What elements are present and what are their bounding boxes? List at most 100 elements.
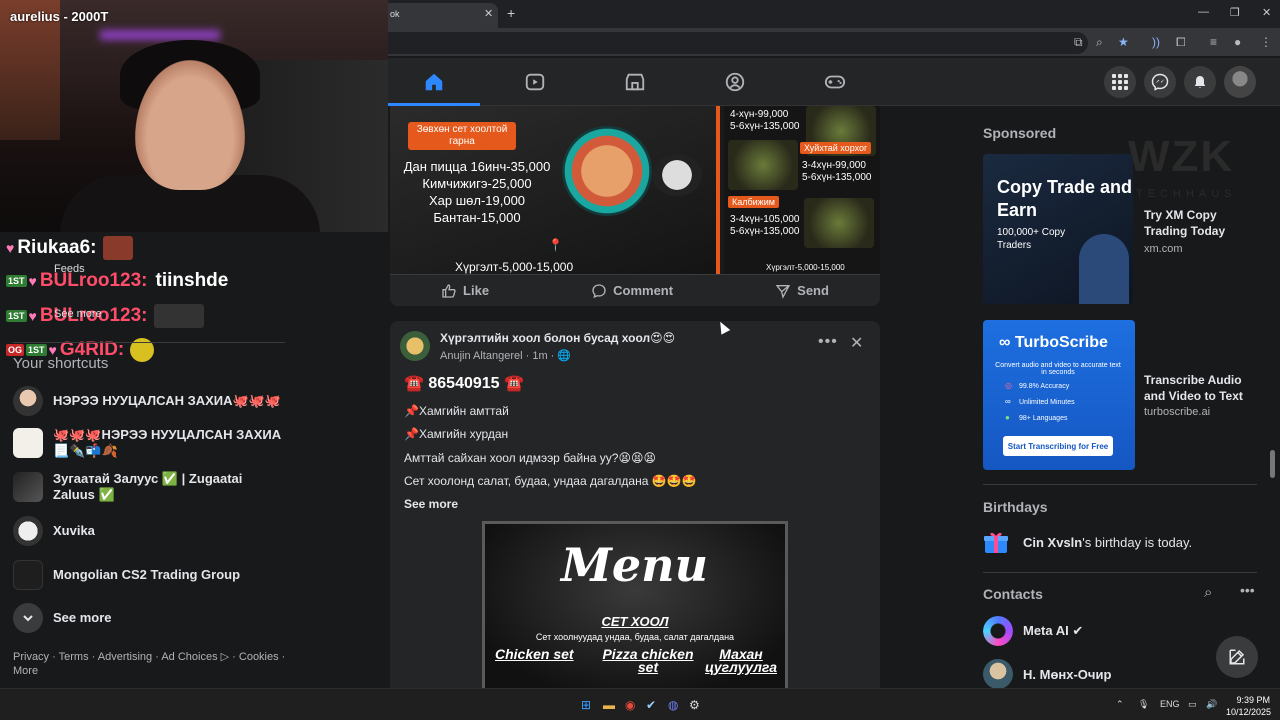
birthday-item[interactable]: Cin Xvsln 's birthday is today.	[983, 530, 1192, 554]
post2: Хүргэлтийн хоол болон бусад хоол😍😍 Anuji…	[390, 321, 880, 720]
home-icon	[425, 73, 443, 91]
more-options-icon[interactable]: •••	[818, 333, 838, 351]
close-icon[interactable]: ✕	[850, 333, 863, 353]
clock[interactable]: 9:39 PM 10/12/2025	[1226, 694, 1271, 718]
emote-icon	[153, 304, 204, 328]
sidebar-see-more-small[interactable]: See more	[54, 308, 102, 320]
clock-time: 9:39 PM	[1236, 695, 1270, 705]
ad-cta-button: Start Transcribing for Free	[1003, 436, 1113, 456]
ad-turboscribe-title[interactable]: Transcribe Audio and Video to Text	[1144, 372, 1254, 404]
post1-image[interactable]: Зөвхөн сет хоолтой гарна Дан пицца 16инч…	[390, 106, 880, 274]
search-contacts-icon[interactable]: ⌕	[1204, 584, 1212, 601]
contact-item[interactable]: Meta AI ✔	[983, 616, 1083, 646]
right-divider	[983, 572, 1257, 573]
ad-xm-url[interactable]: xm.com	[1144, 243, 1183, 255]
profile-icon[interactable]: ●	[1234, 35, 1241, 49]
birthday-name: Cin Xvsln	[1023, 534, 1083, 550]
scrollbar-thumb[interactable]	[1270, 450, 1275, 478]
menu-line: Дан пицца 16инч-35,000	[403, 159, 551, 174]
post2-avatar[interactable]	[400, 331, 430, 361]
turboscribe-logo: ∞ TurboScribe	[999, 334, 1108, 351]
cast-icon[interactable]: ⧉	[1074, 35, 1083, 50]
ad-xm-image[interactable]: Copy Trade and Earn 100,000+ Copy Trader…	[983, 154, 1133, 304]
audio-icon[interactable]: ))	[1152, 35, 1160, 49]
sidebar-divider	[13, 342, 285, 343]
shortcut-item[interactable]: Mongolian CS2 Trading Group	[13, 557, 383, 593]
shortcut-thumb	[13, 516, 43, 546]
comment-button[interactable]: Comment	[591, 283, 673, 299]
ad-xm-title[interactable]: Try XM Copy Trading Today	[1144, 207, 1254, 239]
zoom-icon[interactable]: ⌕	[1096, 35, 1103, 50]
post2-time: · 1m · 🌐	[525, 350, 572, 362]
menu-column: Pizza chicken set	[602, 646, 694, 675]
chat-user: Riukaa6:	[17, 237, 97, 258]
new-tab-icon[interactable]: +	[507, 5, 515, 21]
extension-icon[interactable]: ⧠	[1176, 35, 1186, 50]
new-message-button[interactable]	[1216, 636, 1258, 678]
address-bar[interactable]	[388, 32, 1088, 54]
location-pin-icon: 📍	[548, 238, 563, 252]
bookmark-star-icon[interactable]: ★	[1118, 35, 1129, 49]
ad-turboscribe-url[interactable]: turboscribe.ai	[1144, 406, 1210, 418]
more-options-icon[interactable]: •••	[1240, 582, 1255, 598]
menu-icon[interactable]: ⋮	[1260, 35, 1272, 49]
nav-video[interactable]	[485, 58, 585, 106]
reading-list-icon[interactable]: ≡	[1210, 35, 1217, 49]
tray-chevron-icon[interactable]: ⌃	[1116, 699, 1124, 710]
see-more-button[interactable]: See more	[13, 600, 383, 636]
news-feed: Зөвхөн сет хоолтой гарна Дан пицца 16инч…	[388, 106, 892, 720]
footer-links[interactable]: Privacy · Terms · Advertising · Ad Choic…	[13, 650, 293, 678]
post2-see-more[interactable]: See more	[404, 497, 458, 511]
shortcut-label: НЭРЭЭ НУУЦАЛСАН ЗАХИА🐙🐙🐙	[53, 393, 282, 408]
post1-actions: Like Comment Send	[390, 274, 880, 306]
maximize-icon[interactable]: ❐	[1230, 6, 1240, 19]
shortcut-label: Зугаатай Залуус ✅ | Zugaatai Zaluus ✅	[53, 471, 243, 502]
gift-icon	[984, 532, 1008, 553]
menu-grid-button[interactable]	[1104, 66, 1136, 98]
like-button[interactable]: Like	[441, 283, 489, 299]
account-avatar[interactable]	[1224, 66, 1256, 98]
shortcut-item[interactable]: Xuvika	[13, 513, 383, 549]
discord-icon[interactable]: ◍	[668, 698, 678, 712]
close-tab-icon[interactable]: ✕	[484, 7, 493, 20]
post2-phone: ☎️ 86540915 ☎️	[404, 375, 524, 392]
price-line: 3-4хүн-99,000	[802, 160, 866, 171]
post2-group-title[interactable]: Хүргэлтийн хоол болон бусад хоол😍😍	[440, 331, 675, 345]
shortcut-item[interactable]: 🐙🐙🐙НЭРЭЭ НУУЦАЛСАН ЗАХИА📃✒️📬🍂	[13, 425, 383, 461]
send-icon	[775, 284, 791, 299]
nav-gaming[interactable]	[785, 58, 885, 106]
nav-home[interactable]	[388, 58, 480, 106]
volume-icon[interactable]: 🔊	[1206, 699, 1217, 710]
messenger-button[interactable]	[1144, 66, 1176, 98]
ad-turboscribe-image[interactable]: ∞ TurboScribe Convert audio and video to…	[983, 320, 1135, 470]
shortcut-item[interactable]: Зугаатай Залуус ✅ | Zugaatai Zaluus ✅	[13, 469, 383, 505]
windows-start-icon[interactable]: ⊞	[581, 698, 591, 712]
notifications-button[interactable]	[1184, 66, 1216, 98]
see-more-label: See more	[53, 610, 112, 625]
chat-message: 1ST ♥ BULroo123: tiinshde	[6, 270, 228, 292]
send-button[interactable]: Send	[775, 283, 829, 299]
microphone-icon[interactable]: 🎙	[1138, 699, 1149, 710]
sidebar-feeds[interactable]: Feeds	[54, 263, 85, 275]
rice-bowl-image	[652, 154, 702, 196]
shortcut-thumb	[13, 386, 43, 416]
close-window-icon[interactable]: ✕	[1262, 6, 1271, 19]
contact-avatar	[983, 659, 1013, 689]
price-line: 4-хүн-99,000	[730, 109, 789, 120]
minimize-icon[interactable]: —	[1198, 6, 1209, 18]
post2-author[interactable]: Anujin Altangerel	[440, 350, 523, 362]
file-explorer-icon[interactable]: ▬	[603, 698, 615, 712]
post2-menu-image[interactable]: Menu СЕТ ХООЛ Сет хоолнуудад ундаа, буда…	[482, 521, 788, 691]
language-indicator[interactable]: ENG	[1160, 699, 1180, 709]
shortcut-item[interactable]: НЭРЭЭ НУУЦАЛСАН ЗАХИА🐙🐙🐙	[13, 383, 383, 419]
browser-tab[interactable]: ok ✕	[388, 3, 498, 28]
nav-groups[interactable]	[685, 58, 785, 106]
nav-marketplace[interactable]	[585, 58, 685, 106]
price-line: 3-4хүн-105,000	[730, 214, 800, 225]
chrome-icon[interactable]: ◉	[625, 698, 635, 712]
steam-icon[interactable]: ✔	[646, 698, 656, 712]
food-tag: Хуйхтай хорхог	[800, 142, 872, 154]
network-icon[interactable]: ▭	[1188, 699, 1197, 710]
app-icon[interactable]: ⚙	[689, 698, 700, 712]
contact-item[interactable]: Н. Мөнх-Очир	[983, 659, 1111, 689]
